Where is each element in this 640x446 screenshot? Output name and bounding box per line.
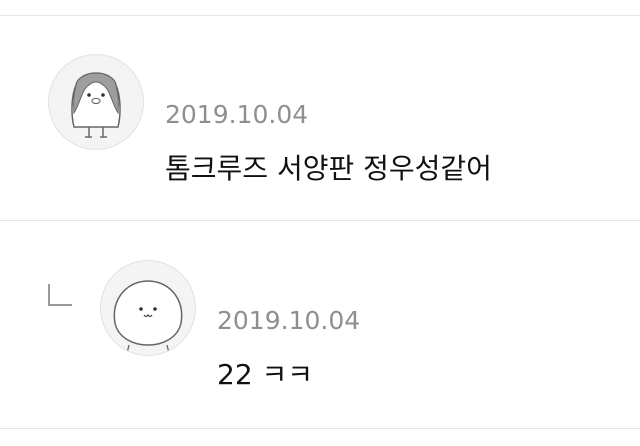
reply-date: 2019.10.04 [217,306,361,335]
round-face-avatar-icon[interactable] [100,260,196,356]
comment-list: 2019.10.04 톰크루즈 서양판 정우성같어 2019.10.04 22 … [0,0,640,446]
comment-text: 톰크루즈 서양판 정우성같어 [165,152,492,185]
divider-top [0,15,640,16]
divider-middle [0,220,640,221]
divider-bottom [0,428,640,429]
comment-date: 2019.10.04 [165,100,309,129]
reply-arrow-icon [48,284,72,306]
reply-text: 22 ㅋㅋ [217,358,314,391]
penguin-avatar-icon[interactable] [48,54,144,150]
